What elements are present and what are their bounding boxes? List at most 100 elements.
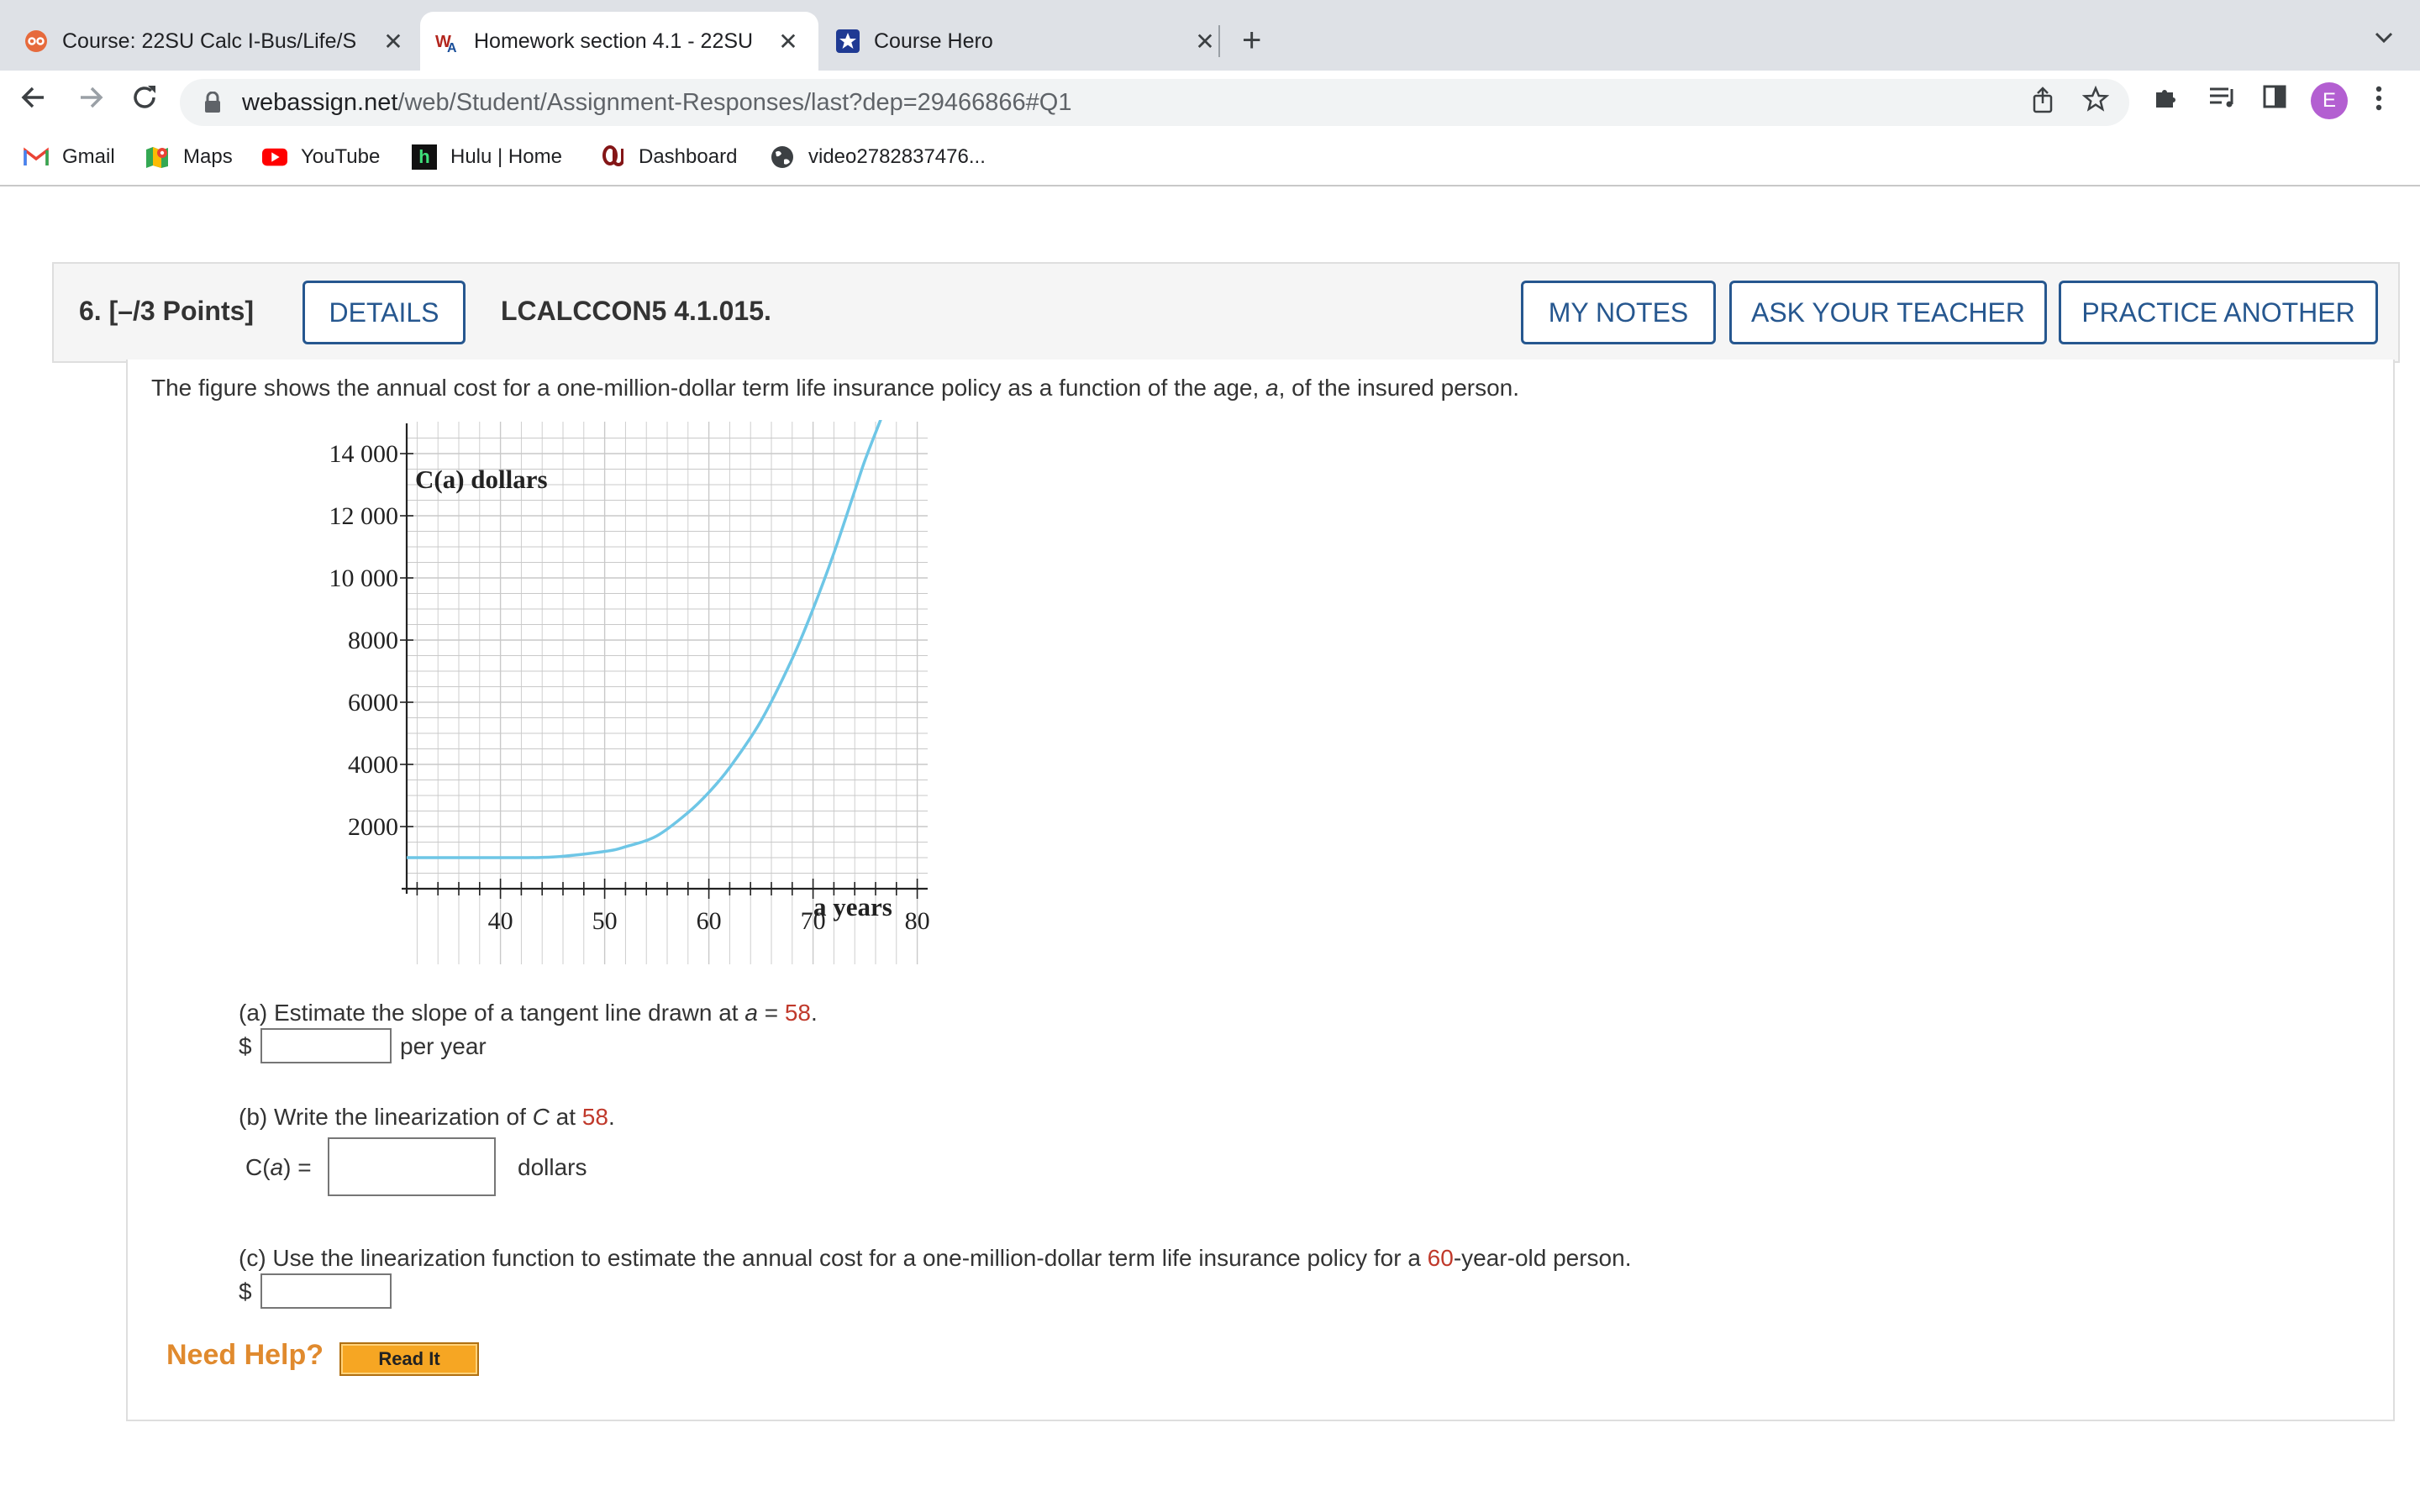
part-c-prompt: (c) Use the linearization function to es…: [239, 1245, 1631, 1272]
part-a-currency: $: [239, 1033, 252, 1059]
url-text[interactable]: webassign.net/web/Student/Assignment-Res…: [242, 89, 1071, 117]
part-a-value: 58: [784, 1000, 811, 1026]
close-icon[interactable]: ✕: [775, 28, 802, 55]
tab-title: Course: 22SU Calc I-Bus/Life/S: [62, 29, 357, 53]
bookmark-maps[interactable]: Maps: [145, 144, 233, 170]
y-tick-label: 2000: [348, 813, 398, 841]
part-a-variable: a: [744, 1000, 758, 1026]
gmail-icon: [24, 144, 49, 170]
statement-text-end: , of the insured person.: [1278, 375, 1520, 401]
close-icon[interactable]: ✕: [380, 28, 407, 55]
y-tick-label: 4000: [348, 751, 398, 779]
browser-menu-icon[interactable]: [2375, 84, 2383, 120]
y-tick-label: 14 000: [329, 440, 399, 468]
address-bar[interactable]: webassign.net/web/Student/Assignment-Res…: [180, 79, 2129, 126]
profile-avatar[interactable]: E: [2311, 82, 2348, 119]
chart-axes: [402, 423, 928, 894]
part-c-text: (c) Use the linearization function to es…: [239, 1245, 1428, 1271]
tab-separator: [1218, 25, 1220, 57]
back-arrow-icon[interactable]: [18, 82, 49, 121]
bookmark-label: Gmail: [62, 145, 115, 168]
y-axis-label: C(a) dollars: [415, 465, 548, 494]
question-number-points: 6. [–/3 Points]: [79, 296, 255, 326]
hulu-icon: h: [412, 144, 437, 170]
star-icon[interactable]: [2081, 85, 2110, 121]
tab-webassign[interactable]: WA Homework section 4.1 - 22SU C ✕: [420, 12, 818, 71]
bookmark-label: Hulu | Home: [450, 145, 562, 168]
part-b-linearization-input[interactable]: [328, 1137, 496, 1196]
func-variable: a: [270, 1154, 284, 1180]
webassign-icon: WA: [435, 29, 460, 54]
part-b-at: at: [549, 1104, 582, 1130]
part-b-value: 58: [581, 1104, 608, 1130]
y-tick-label: 10 000: [329, 564, 399, 592]
reading-list-icon[interactable]: [2208, 84, 2237, 116]
maps-icon: [145, 144, 170, 170]
func-name: C(: [245, 1154, 271, 1180]
tab-title: Course Hero: [874, 29, 993, 53]
tab-canvas[interactable]: Course: 22SU Calc I-Bus/Life/S ✕: [24, 12, 407, 71]
part-b-text: (b) Write the linearization of: [239, 1104, 533, 1130]
func-end: ) =: [283, 1154, 312, 1180]
part-b-unit: dollars: [518, 1154, 587, 1180]
bookmark-video[interactable]: video2782837476...: [770, 144, 986, 170]
y-tick-label: 6000: [348, 689, 398, 717]
x-tick-label: 80: [905, 907, 930, 935]
part-c-currency: $: [239, 1278, 252, 1305]
side-panel-icon[interactable]: [2262, 84, 2287, 116]
x-tick-label: 60: [697, 907, 722, 935]
statement-variable: a: [1265, 375, 1279, 401]
omnibox-actions: [2030, 85, 2110, 121]
youtube-icon: [262, 144, 287, 170]
part-a-text: (a) Estimate the slope of a tangent line…: [239, 1000, 745, 1026]
part-c-text-end: -year-old person.: [1453, 1245, 1632, 1271]
coursehero-icon: [835, 29, 860, 54]
url-path: /web/Student/Assignment-Responses/last?d…: [397, 88, 1072, 116]
share-icon[interactable]: [2030, 86, 2055, 121]
part-b-prompt: (b) Write the linearization of C at 58.: [239, 1104, 615, 1131]
my-notes-button[interactable]: MY NOTES: [1521, 281, 1716, 344]
bookmark-gmail[interactable]: Gmail: [24, 144, 115, 170]
ask-your-teacher-button[interactable]: ASK YOUR TEACHER: [1729, 281, 2047, 344]
bookmark-hulu[interactable]: h Hulu | Home: [412, 144, 562, 170]
chart-ticks: 40 50 60 70 80200040006000800010 00012 00014…: [329, 440, 930, 935]
part-a-unit: per year: [400, 1033, 487, 1059]
practice-another-button[interactable]: PRACTICE ANOTHER: [2059, 281, 2378, 344]
part-b-variable: C: [532, 1104, 550, 1130]
canvas-icon: [24, 29, 49, 54]
tab-search-chevron-icon[interactable]: [2375, 27, 2393, 49]
close-icon[interactable]: ✕: [1192, 28, 1218, 55]
bookmark-label: Dashboard: [639, 145, 738, 168]
part-a-slope-input[interactable]: [260, 1028, 392, 1063]
question-header: 6. [–/3 Points] DETAILS LCALCCON5 4.1.01…: [52, 262, 2400, 363]
x-tick-label: 50: [592, 907, 618, 935]
x-axis-label: a years: [813, 892, 892, 921]
part-b-function-label: C(a) =: [245, 1154, 312, 1181]
part-a-prompt: (a) Estimate the slope of a tangent line…: [239, 1000, 818, 1026]
tab-coursehero[interactable]: Course Hero ✕: [835, 12, 1218, 71]
bookmark-label: YouTube: [301, 145, 381, 168]
need-help-label: Need Help?: [166, 1339, 324, 1371]
new-tab-plus-icon[interactable]: +: [1242, 20, 1261, 60]
part-b-period: .: [608, 1104, 615, 1130]
details-button[interactable]: DETAILS: [302, 281, 466, 344]
part-a-period: .: [811, 1000, 818, 1026]
bookmark-youtube[interactable]: YouTube: [262, 144, 380, 170]
x-tick-label: 40: [488, 907, 513, 935]
part-a-equals: =: [757, 1000, 785, 1026]
reload-icon[interactable]: [129, 82, 160, 121]
read-it-button[interactable]: Read It: [339, 1342, 479, 1376]
forward-arrow-icon[interactable]: [76, 82, 106, 121]
url-host: webassign.net: [242, 88, 398, 116]
bookmark-label: video2782837476...: [808, 145, 986, 168]
y-tick-label: 8000: [348, 627, 398, 654]
lock-icon[interactable]: [203, 91, 222, 113]
tab-title: Homework section 4.1 - 22SU C: [474, 29, 760, 53]
svg-text:A: A: [447, 41, 457, 54]
question-statement: The figure shows the annual cost for a o…: [151, 375, 1519, 402]
y-tick-label: 12 000: [329, 502, 399, 530]
extensions-puzzle-icon[interactable]: [2153, 84, 2180, 118]
statement-text: The figure shows the annual cost for a o…: [151, 375, 1266, 401]
bookmark-dashboard[interactable]: Dashboard: [600, 144, 737, 170]
part-c-cost-input[interactable]: [260, 1273, 392, 1309]
